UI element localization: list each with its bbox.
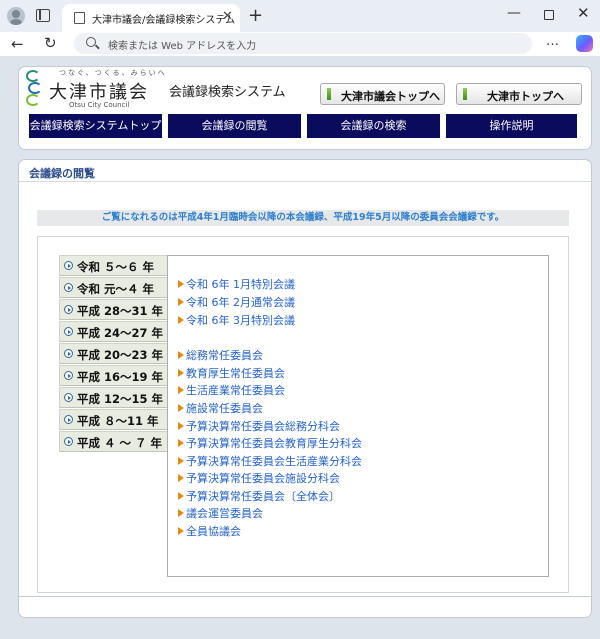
era-list: 令和 ５～６ 年 令和 元～４ 年 平成 28～31 年 平成 24～27 年 … [59, 255, 168, 453]
arrow-circle-icon [64, 305, 73, 314]
era-item[interactable]: 平成 24～27 年 [59, 321, 168, 342]
nav-search-records[interactable]: 会議録の検索 [307, 114, 440, 138]
era-label: 平成 16～19 年 [77, 370, 164, 384]
era-label: 平成 ８～11 年 [77, 414, 159, 428]
content-panel: 会議録の閲覧 ご覧になれるのは平成4年1月臨時会以降の本会議録、平成19年5月以… [18, 159, 592, 609]
arrow-circle-icon [64, 283, 73, 292]
arrow-circle-icon [64, 349, 73, 358]
new-tab-button[interactable]: + [248, 5, 263, 26]
nav-help[interactable]: 操作説明 [446, 114, 577, 138]
browser-tab-active[interactable]: 大津市議会/会議録検索システム ✕ [62, 4, 240, 32]
arrow-circle-icon [64, 393, 73, 402]
browser-toolbar: ← ↻ 検索または Web アドレスを入力 … [0, 32, 600, 56]
browser-tab-bar: 大津市議会/会議録検索システム ✕ + — ✕ [0, 0, 600, 32]
arrow-circle-icon [64, 415, 73, 424]
address-bar[interactable]: 検索または Web アドレスを入力 [74, 33, 532, 54]
committee-link[interactable]: 予算決算常任委員会教育厚生分科会 [178, 435, 362, 451]
nav-system-top[interactable]: 会議録検索システムトップ [29, 114, 162, 138]
site-tagline: つなぐ、つくる、みらいへ [59, 69, 167, 77]
era-item[interactable]: 平成 28～31 年 [59, 299, 168, 320]
page-favicon-icon [74, 12, 85, 24]
committee-link[interactable]: 予算決算常任委員会施設分科会 [178, 470, 340, 486]
search-icon [86, 37, 96, 47]
system-name: 会議録検索システム [169, 85, 286, 100]
arrow-circle-icon [64, 327, 73, 336]
main-nav: 会議録検索システムトップ 会議録の閲覧 会議録の検索 操作説明 [29, 114, 587, 138]
window-close-button[interactable]: ✕ [577, 4, 590, 22]
era-item[interactable]: 令和 ５～６ 年 [59, 255, 168, 276]
window-minimize-button[interactable]: — [507, 5, 521, 21]
page-viewport: つなぐ、つくる、みらいへ 大津市議会 Otsu City Council 会議録… [0, 56, 600, 639]
address-placeholder: 検索または Web アドレスを入力 [108, 41, 257, 52]
committee-link[interactable]: 予算決算常任委員会総務分科会 [178, 418, 340, 434]
copilot-icon[interactable] [576, 35, 593, 52]
page-footer [18, 596, 592, 618]
more-options-button[interactable]: … [546, 34, 560, 49]
council-top-button[interactable]: 大津市議会トップへ [320, 83, 445, 105]
tab-title: 大津市議会/会議録検索システム [92, 15, 236, 26]
era-label: 令和 元～４ 年 [77, 282, 155, 296]
era-label: 平成 ４ ～ ７ 年 [77, 436, 163, 450]
meeting-list: 令和 6年 1月特別会議 令和 6年 2月通常会議 令和 6年 3月特別会議 総… [167, 255, 549, 577]
site-header: つなぐ、つくる、みらいへ 大津市議会 Otsu City Council 会議録… [18, 66, 592, 150]
arrow-circle-icon [64, 261, 73, 270]
profile-avatar-icon[interactable] [7, 7, 25, 25]
committee-link[interactable]: 総務常任委員会 [178, 347, 263, 363]
arrow-circle-icon [64, 371, 73, 380]
city-top-label: 大津市トップへ [487, 90, 564, 103]
era-item[interactable]: 平成 16～19 年 [59, 365, 168, 386]
era-item[interactable]: 令和 元～４ 年 [59, 277, 168, 298]
plenary-session-link[interactable]: 令和 6年 2月通常会議 [178, 294, 295, 310]
site-name-english: Otsu City Council [69, 101, 130, 109]
era-label: 平成 28～31 年 [77, 304, 164, 318]
era-label: 平成 20～23 年 [77, 348, 164, 362]
committee-link[interactable]: 議会運営委員会 [178, 505, 263, 521]
page-title: 会議録の閲覧 [29, 167, 95, 180]
plenary-session-link[interactable]: 令和 6年 3月特別会議 [178, 312, 295, 328]
era-item[interactable]: 平成 ４ ～ ７ 年 [59, 431, 168, 452]
committee-link[interactable]: 施設常任委員会 [178, 400, 263, 416]
era-item[interactable]: 平成 12～15 年 [59, 387, 168, 408]
era-item[interactable]: 平成 ８～11 年 [59, 409, 168, 430]
reload-button[interactable]: ↻ [44, 34, 57, 52]
tab-close-icon[interactable]: ✕ [222, 9, 233, 24]
tab-actions-icon[interactable] [36, 9, 50, 22]
committee-link[interactable]: 教育厚生常任委員会 [178, 365, 285, 381]
nav-browse-records[interactable]: 会議録の閲覧 [168, 114, 301, 138]
era-label: 平成 24～27 年 [77, 326, 164, 340]
era-label: 平成 12～15 年 [77, 392, 164, 406]
era-item[interactable]: 平成 20～23 年 [59, 343, 168, 364]
committee-link[interactable]: 予算決算常任委員会〔全体会〕 [178, 488, 340, 504]
green-bar-icon [327, 88, 331, 100]
committee-link[interactable]: 全員協議会 [178, 523, 241, 539]
window-maximize-button[interactable] [544, 10, 554, 20]
council-top-label: 大津市議会トップへ [341, 90, 440, 103]
committee-link[interactable]: 予算決算常任委員会生活産業分科会 [178, 453, 362, 469]
panel-title-bar: 会議録の閲覧 [19, 160, 591, 182]
council-logo-icon[interactable] [26, 70, 42, 108]
back-button[interactable]: ← [11, 35, 24, 53]
arrow-circle-icon [64, 437, 73, 446]
committee-link[interactable]: 生活産業常任委員会 [178, 382, 285, 398]
records-frame: 令和 ５～６ 年 令和 元～４ 年 平成 28～31 年 平成 24～27 年 … [37, 236, 569, 593]
availability-notice: ご覧になれるのは平成4年1月臨時会以降の本会議録、平成19年5月以降の委員会会議… [37, 210, 569, 226]
plenary-session-link[interactable]: 令和 6年 1月特別会議 [178, 276, 295, 292]
era-label: 令和 ５～６ 年 [77, 260, 155, 274]
city-top-button[interactable]: 大津市トップへ [456, 83, 582, 105]
green-bar-icon [463, 88, 467, 100]
